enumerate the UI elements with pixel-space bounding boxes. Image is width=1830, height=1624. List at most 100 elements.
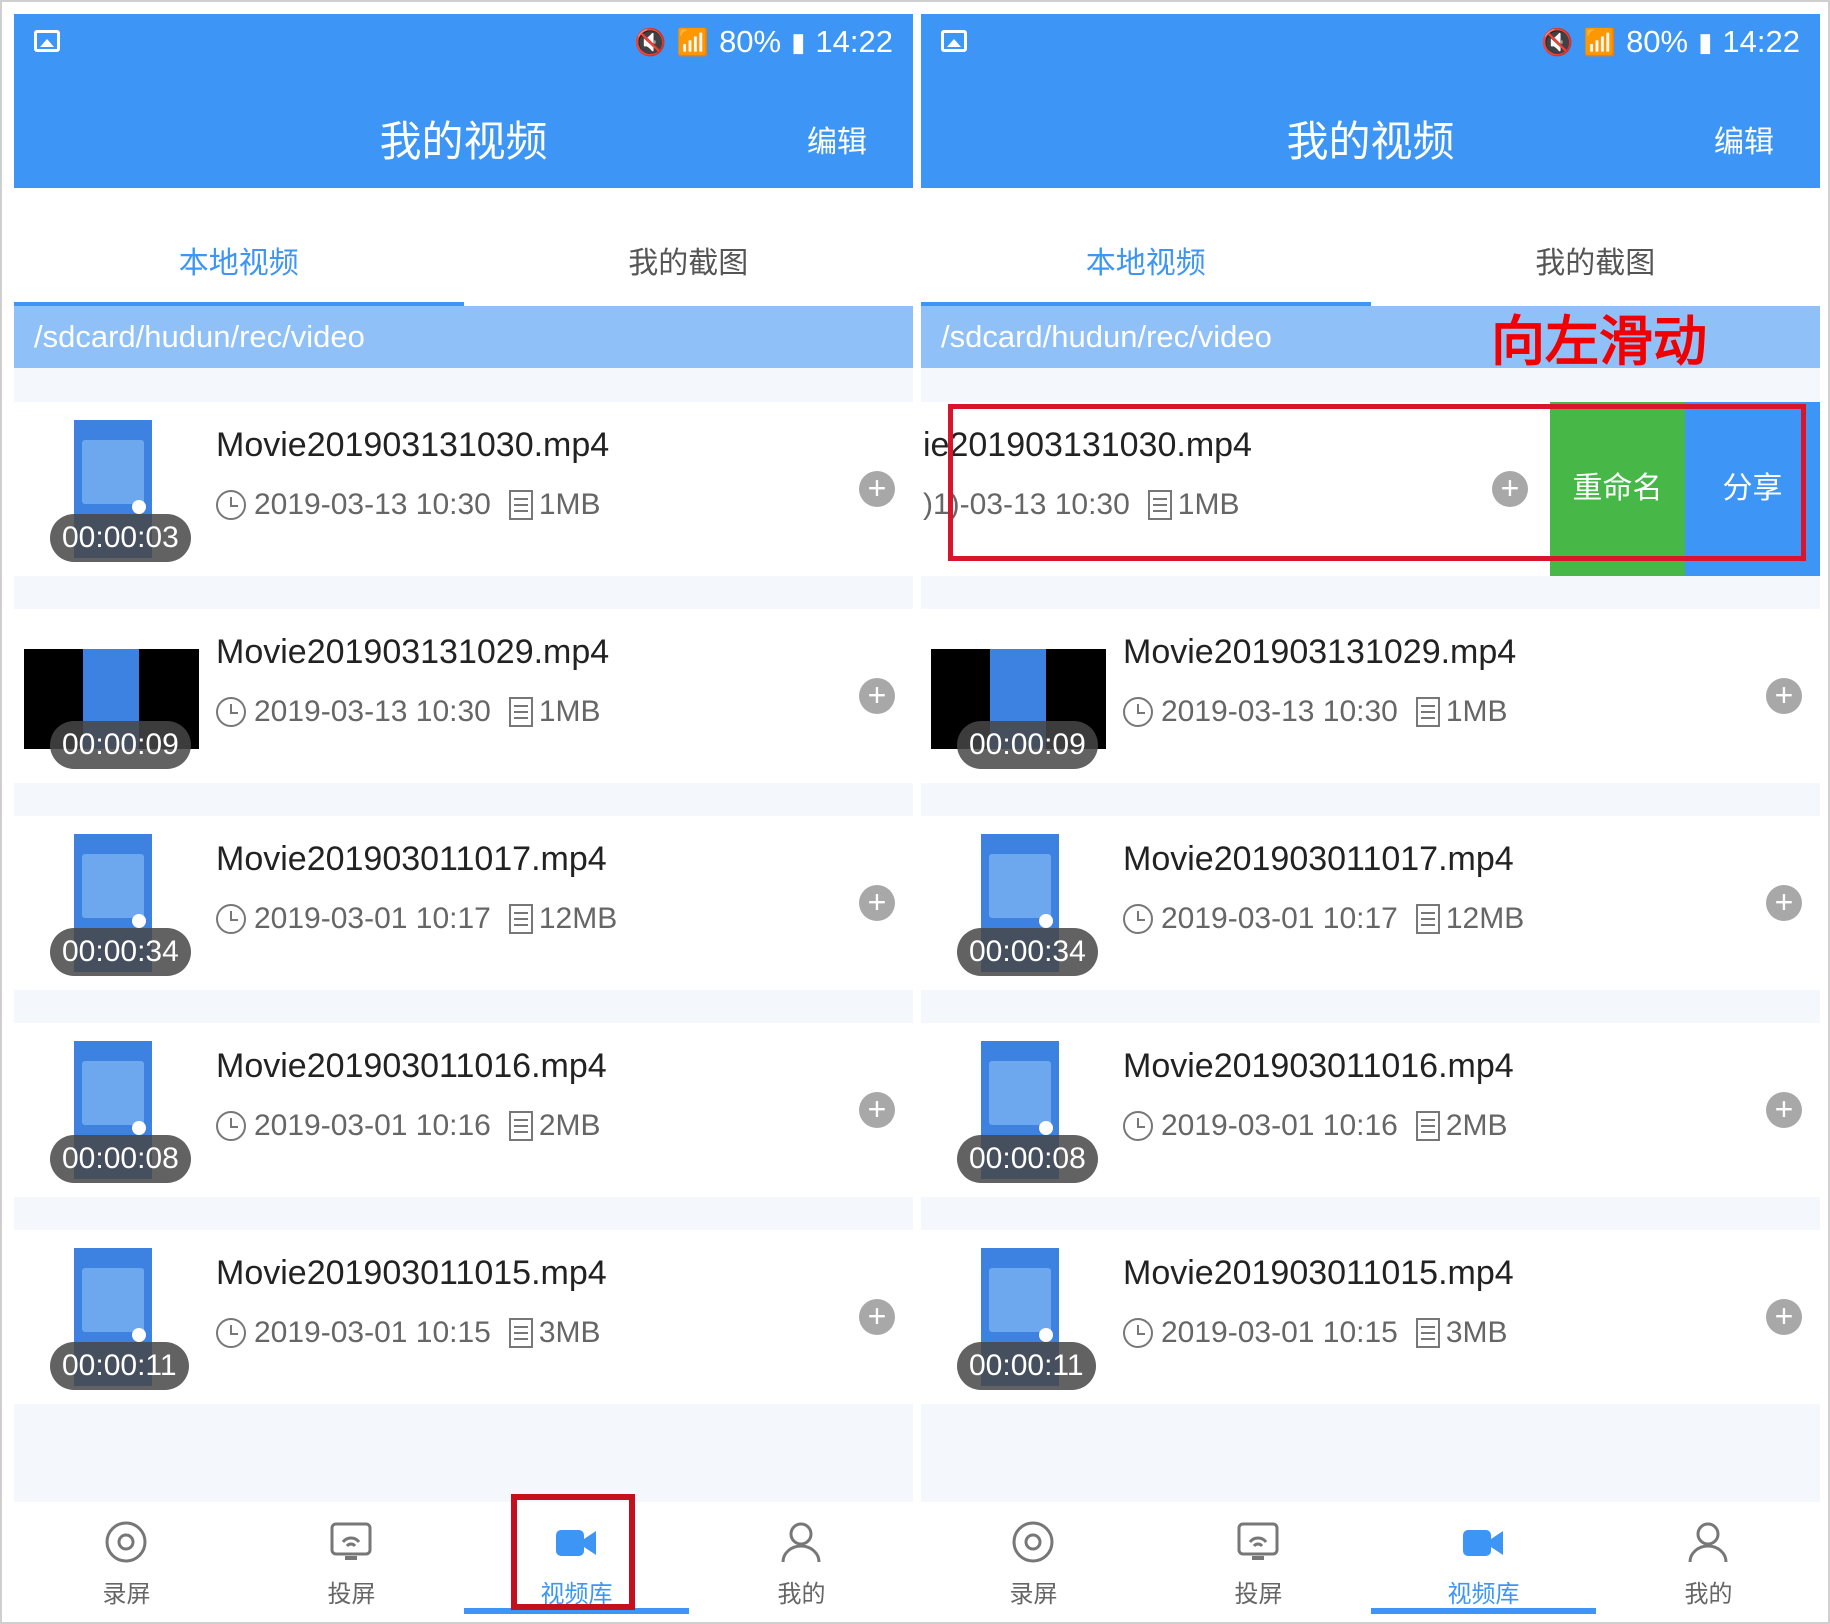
- share-button[interactable]: 分享: [1685, 402, 1820, 576]
- file-name: Movie201903011015.mp4: [1123, 1254, 1514, 1292]
- list-item[interactable]: 00:00:09 Movie201903131029.mp4 2019-03-1…: [14, 609, 913, 783]
- file-meta: 2019-03-01 10:17 12MB: [1123, 902, 1524, 936]
- list-item[interactable]: 00:00:03 Movie201903131030.mp4 2019-03-1…: [14, 402, 913, 576]
- list-item[interactable]: 00:00:09 Movie201903131029.mp4 2019-03-1…: [921, 609, 1820, 783]
- duration-badge: 00:00:03: [50, 514, 191, 562]
- file-date: 2019-03-13 10:30: [254, 695, 491, 728]
- battery-percent: 80%: [719, 24, 782, 59]
- mute-icon: 🔇: [634, 26, 667, 57]
- file-date: 2019-03-13 10:30: [1161, 695, 1398, 728]
- file-meta: 2019-03-01 10:16 2MB: [1123, 1109, 1508, 1143]
- file-name: Movie201903011017.mp4: [1123, 840, 1514, 878]
- screenshot-frame: 🔇 📶 80% ▮ 14:22 我的视频 编辑 本地视频 我的截图 /sdcar…: [0, 0, 1830, 1624]
- list-item[interactable]: 00:00:08 Movie201903011016.mp4 2019-03-0…: [14, 1023, 913, 1197]
- nav-label: 我的: [1684, 1581, 1733, 1608]
- nav-cast[interactable]: 投屏: [1146, 1502, 1371, 1614]
- battery-icon: ▮: [1698, 26, 1713, 57]
- phone-screen-right: 🔇 📶 80% ▮ 14:22 我的视频 编辑 本地视频 我的截图 /sdcar…: [921, 14, 1820, 1614]
- wifi-icon: 📶: [676, 26, 710, 57]
- file-icon: [1415, 697, 1440, 727]
- file-meta: )1)-03-13 10:30 1MB: [923, 488, 1239, 522]
- nav-record[interactable]: 录屏: [921, 1502, 1146, 1614]
- clock-icon: [1123, 1318, 1153, 1348]
- nav-cast[interactable]: 投屏: [239, 1502, 464, 1614]
- plus-icon[interactable]: +: [859, 678, 895, 714]
- list-item[interactable]: 00:00:34 Movie201903011017.mp4 2019-03-0…: [921, 816, 1820, 990]
- highlight-box-library-tab: [511, 1494, 635, 1610]
- file-name: Movie201903131030.mp4: [216, 426, 610, 464]
- tab-screenshots[interactable]: 我的截图: [464, 188, 914, 306]
- plus-icon[interactable]: +: [1766, 678, 1802, 714]
- gallery-notification-icon: [34, 30, 60, 52]
- clock-icon: [216, 490, 246, 520]
- plus-icon[interactable]: +: [859, 1299, 895, 1335]
- file-name: Movie201903011016.mp4: [216, 1047, 607, 1085]
- nav-label: 录屏: [1009, 1581, 1058, 1608]
- plus-icon[interactable]: +: [1766, 885, 1802, 921]
- clock-icon: [1123, 904, 1153, 934]
- person-icon: [1688, 1522, 1728, 1563]
- duration-badge: 00:00:34: [957, 928, 1098, 976]
- edit-button[interactable]: 编辑: [1714, 117, 1774, 161]
- clock-icon: [216, 697, 246, 727]
- plus-icon[interactable]: +: [1766, 1299, 1802, 1335]
- nav-label: 投屏: [1234, 1581, 1283, 1608]
- file-icon: [1415, 1111, 1440, 1141]
- file-date: 2019-03-01 10:17: [254, 902, 491, 935]
- duration-badge: 00:00:11: [957, 1342, 1096, 1390]
- list-item[interactable]: 00:00:08 Movie201903011016.mp4 2019-03-0…: [921, 1023, 1820, 1197]
- phone-screen-left: 🔇 📶 80% ▮ 14:22 我的视频 编辑 本地视频 我的截图 /sdcar…: [14, 14, 913, 1614]
- nav-mine[interactable]: 我的: [689, 1502, 913, 1614]
- page-title: 我的视频: [1286, 118, 1455, 165]
- file-icon: [508, 1111, 533, 1141]
- duration-badge: 00:00:08: [50, 1135, 191, 1183]
- swipe-hint-annotation: 向左滑动: [1491, 312, 1707, 372]
- app-bar: 我的视频 编辑: [14, 70, 913, 188]
- file-size: 3MB: [538, 1316, 601, 1349]
- record-icon: [105, 1521, 147, 1563]
- list-item[interactable]: 00:00:34 Movie201903011017.mp4 2019-03-0…: [14, 816, 913, 990]
- record-icon: [1012, 1521, 1054, 1563]
- plus-icon[interactable]: +: [859, 1092, 895, 1128]
- tab-bar: 本地视频 我的截图: [921, 188, 1820, 306]
- file-icon: [508, 1318, 533, 1348]
- clock-icon: [1123, 1111, 1153, 1141]
- file-meta: 2019-03-01 10:17 12MB: [216, 902, 617, 936]
- file-date: 2019-03-01 10:16: [254, 1109, 491, 1142]
- rename-button[interactable]: 重命名: [1550, 402, 1685, 576]
- status-icons: 🔇 📶 80% ▮ 14:22: [1541, 24, 1800, 60]
- plus-icon[interactable]: +: [859, 885, 895, 921]
- tab-local-videos[interactable]: 本地视频: [921, 188, 1371, 306]
- nav-label: 投屏: [327, 1581, 376, 1608]
- list-item-swiped[interactable]: ie201903131030.mp4 )1)-03-13 10:30 1MB +…: [921, 402, 1820, 576]
- file-date: 2019-03-01 10:15: [1161, 1316, 1398, 1349]
- file-meta: 2019-03-01 10:15 3MB: [1123, 1316, 1508, 1350]
- file-name: ie201903131030.mp4: [923, 426, 1252, 464]
- list-item[interactable]: 00:00:11 Movie201903011015.mp4 2019-03-0…: [14, 1230, 913, 1404]
- tab-screenshots[interactable]: 我的截图: [1371, 188, 1821, 306]
- plus-icon[interactable]: +: [1766, 1092, 1802, 1128]
- duration-badge: 00:00:09: [50, 721, 191, 769]
- plus-icon[interactable]: +: [1492, 471, 1528, 507]
- file-size: 2MB: [1445, 1109, 1508, 1142]
- nav-label: 视频库: [1447, 1581, 1520, 1608]
- edit-button[interactable]: 编辑: [807, 117, 867, 161]
- bottom-nav: 录屏 投屏 视频库 我的: [14, 1502, 913, 1614]
- battery-icon: ▮: [791, 26, 806, 57]
- bottom-nav: 录屏 投屏 视频库 我的: [921, 1502, 1820, 1614]
- tab-local-videos[interactable]: 本地视频: [14, 188, 464, 306]
- file-meta: 2019-03-13 10:30 1MB: [216, 695, 601, 729]
- duration-badge: 00:00:08: [957, 1135, 1098, 1183]
- file-name: Movie201903131029.mp4: [216, 633, 610, 671]
- nav-label: 录屏: [102, 1581, 151, 1608]
- file-icon: [508, 697, 533, 727]
- nav-mine[interactable]: 我的: [1596, 1502, 1820, 1614]
- file-size: 1MB: [538, 695, 601, 728]
- plus-icon[interactable]: +: [859, 471, 895, 507]
- nav-record[interactable]: 录屏: [14, 1502, 239, 1614]
- nav-library[interactable]: 视频库: [1371, 1502, 1596, 1614]
- mute-icon: 🔇: [1541, 26, 1574, 57]
- duration-badge: 00:00:11: [50, 1342, 189, 1390]
- list-item[interactable]: 00:00:11 Movie201903011015.mp4 2019-03-0…: [921, 1230, 1820, 1404]
- video-camera-icon: [1463, 1530, 1503, 1556]
